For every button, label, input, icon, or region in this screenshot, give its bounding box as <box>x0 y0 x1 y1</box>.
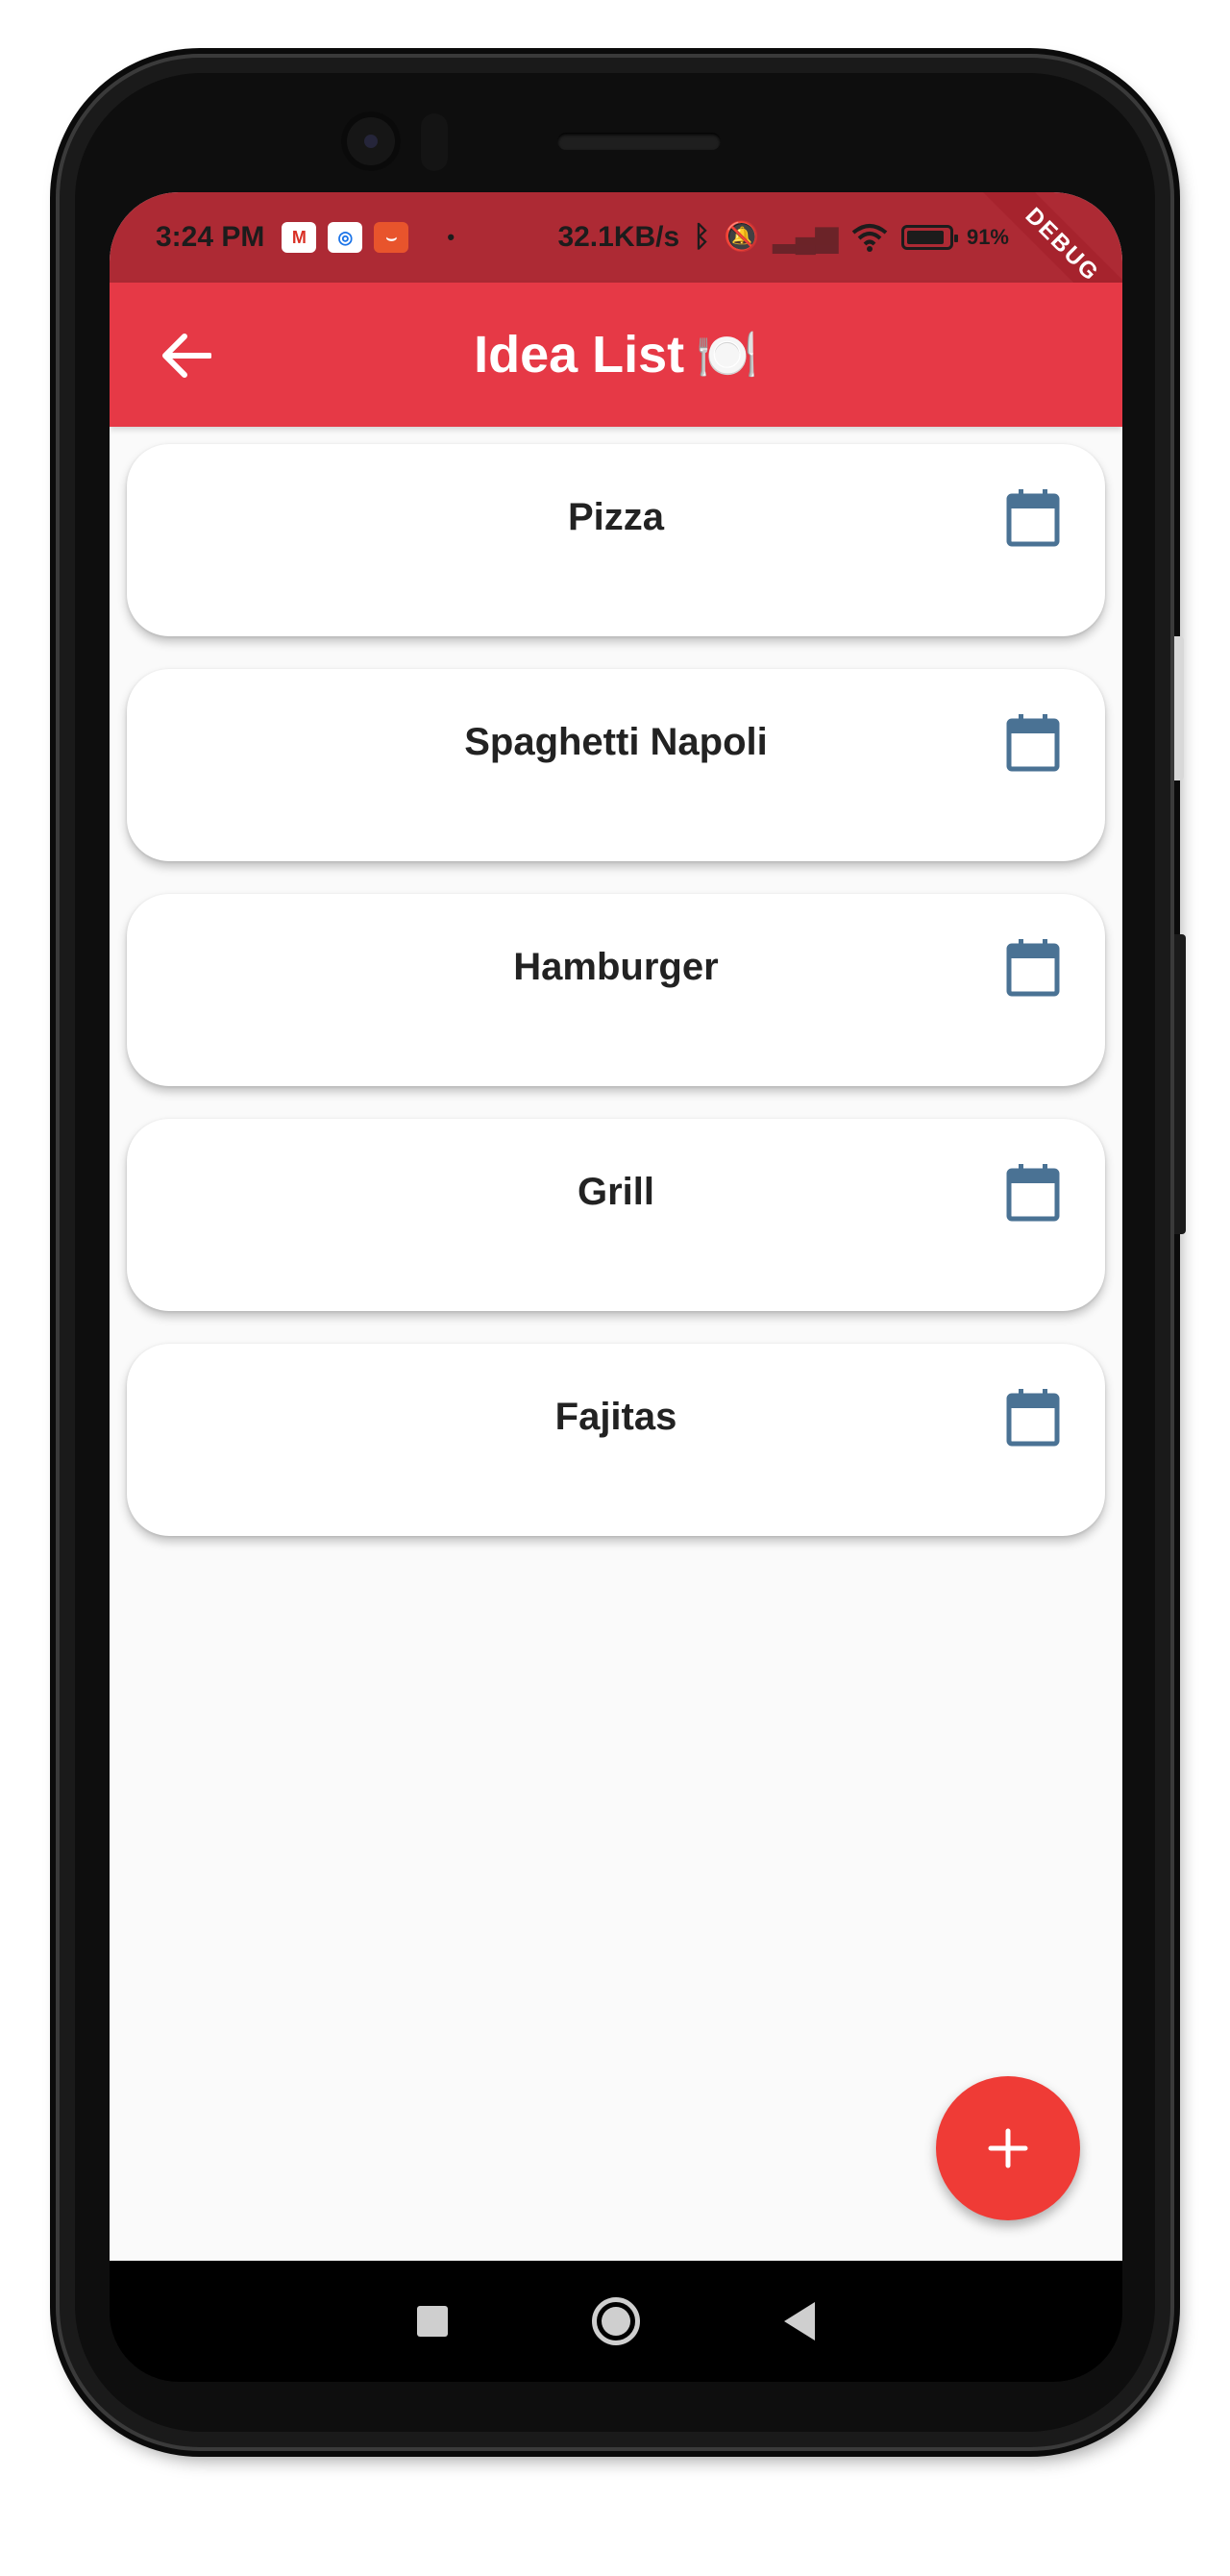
idea-title: Spaghetti Napoli <box>464 721 768 763</box>
battery-icon <box>900 225 958 250</box>
side-button-power <box>1174 934 1186 1234</box>
side-button-upper <box>1174 636 1184 780</box>
idea-card[interactable]: Hamburger <box>127 894 1105 1086</box>
proximity-sensor <box>421 113 448 171</box>
battery-percent: 91% <box>966 225 1009 249</box>
recents-button[interactable] <box>417 2306 448 2337</box>
idea-title: Pizza <box>567 496 665 538</box>
idea-title: Grill <box>577 1171 655 1213</box>
idea-card[interactable]: Fajitas <box>127 1344 1105 1536</box>
calendar-icon[interactable] <box>1005 1163 1061 1223</box>
bank-app-icon: ◎ <box>328 222 363 253</box>
signal-icon: ▂▄▆ <box>773 221 838 253</box>
calendar-icon[interactable] <box>1005 713 1061 773</box>
status-bar: 3:24 PM M ◎ ⌣ • 32.1KB/s ᛒ 🔕 ▂▄▆ 91% <box>110 192 1122 283</box>
idea-card[interactable]: Grill <box>127 1119 1105 1311</box>
earpiece-speaker <box>557 133 721 150</box>
add-idea-button[interactable] <box>936 2076 1080 2220</box>
gmail-icon: M <box>282 222 317 253</box>
wifi-icon <box>851 224 888 252</box>
idea-title: Hamburger <box>513 946 719 988</box>
network-speed: 32.1KB/s <box>557 221 680 253</box>
status-right-group: 32.1KB/s ᛒ 🔕 ▂▄▆ 91% <box>557 221 1076 254</box>
more-notifications-dot: • <box>447 225 455 249</box>
arrow-back-icon <box>162 334 211 378</box>
nav-back-button[interactable] <box>784 2302 815 2341</box>
system-nav-bar <box>110 2261 1122 2382</box>
app-bar: Idea List 🍽️ <box>110 283 1122 427</box>
idea-card[interactable]: Spaghetti Napoli <box>127 669 1105 861</box>
bell-muted-icon: 🔕 <box>724 221 760 253</box>
calendar-icon[interactable] <box>1005 488 1061 548</box>
idea-list: Pizza Spaghetti Napoli Hamburger Grill F… <box>127 444 1105 1569</box>
front-camera <box>341 111 401 171</box>
idea-title: Fajitas <box>554 1396 677 1438</box>
calendar-icon[interactable] <box>1005 938 1061 998</box>
bluetooth-icon: ᛒ <box>693 221 711 253</box>
app-screen: 3:24 PM M ◎ ⌣ • 32.1KB/s ᛒ 🔕 ▂▄▆ 91% DEB… <box>110 192 1122 2261</box>
aliexpress-icon: ⌣ <box>374 222 409 253</box>
plate-cutlery-icon: 🍽️ <box>696 327 758 384</box>
idea-card[interactable]: Pizza <box>127 444 1105 636</box>
calendar-icon[interactable] <box>1005 1388 1061 1448</box>
back-button[interactable] <box>158 327 215 384</box>
page-title: Idea List <box>474 326 685 384</box>
home-button[interactable] <box>592 2297 640 2345</box>
status-time: 3:24 PM <box>156 221 265 253</box>
plus-icon <box>988 2128 1028 2168</box>
